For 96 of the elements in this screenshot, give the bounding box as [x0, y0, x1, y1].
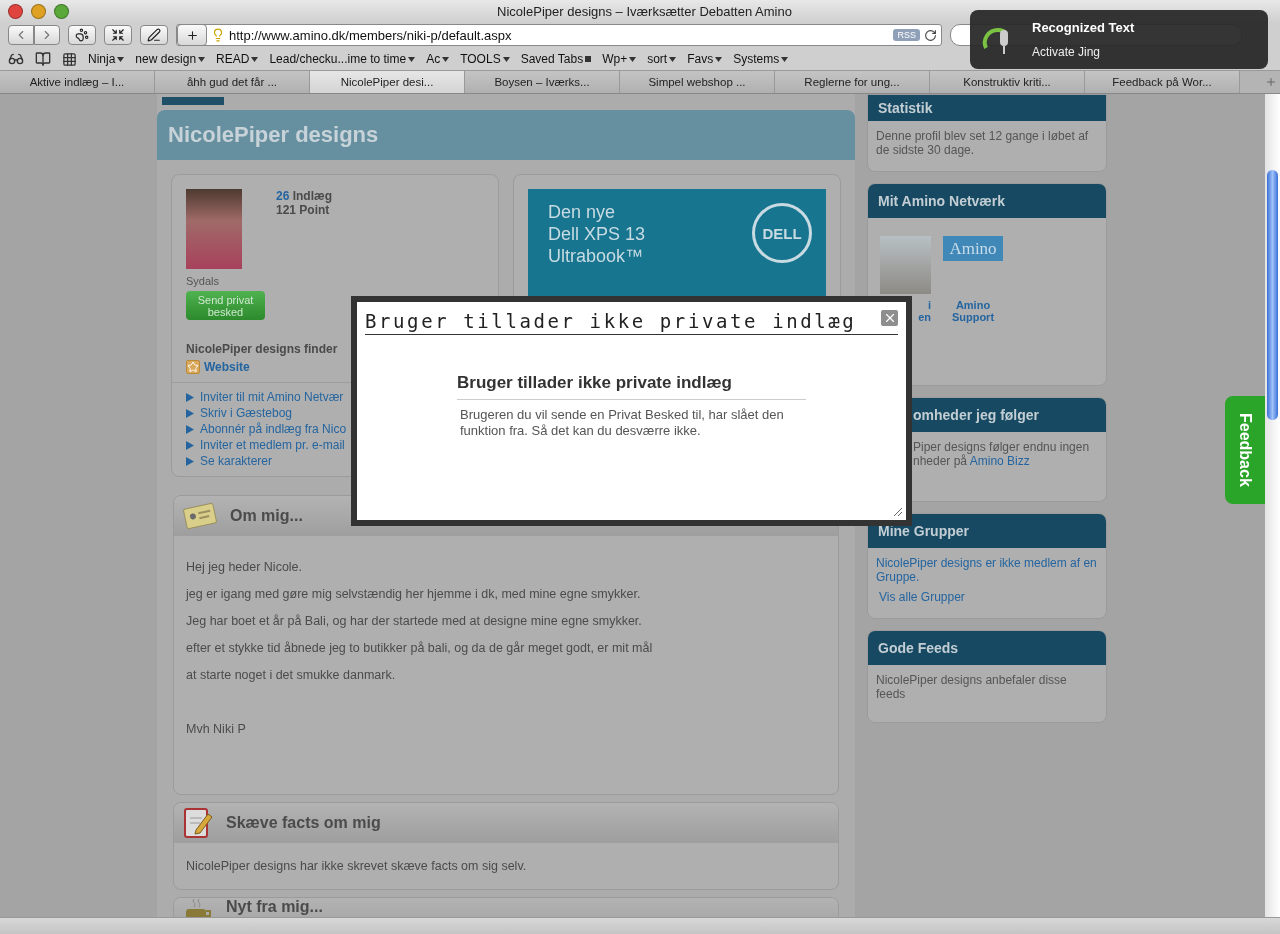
browser-tab[interactable]: Konstruktiv kriti...	[930, 71, 1085, 93]
section-text: Jeg har boet et år på Bali, og har der startede med at designe mine egne smykker.	[186, 613, 643, 630]
bookmark-menu[interactable]: Ninja	[88, 52, 125, 66]
pen-icon	[147, 28, 161, 42]
grid-icon[interactable]	[62, 51, 77, 67]
card-text: Piper designs følger endnu ingen	[913, 440, 1091, 454]
section-text: jeg er igang med gøre mig selvstændig her hjemme i dk, med mine egne smykker.	[186, 586, 642, 603]
caret-icon	[117, 56, 125, 62]
scrollbar-thumb[interactable]	[1267, 170, 1278, 420]
clipboard-pencil-icon	[182, 806, 214, 840]
resize-grip-icon[interactable]	[892, 506, 902, 516]
zoom-window-button[interactable]	[54, 3, 69, 19]
minimize-window-button[interactable]	[31, 3, 46, 19]
triangle-bullet-icon	[186, 456, 194, 466]
card-title: Statistik	[878, 100, 933, 116]
browser-tab[interactable]: Boysen – Iværks...	[465, 71, 620, 93]
ad-logo: DELL	[752, 203, 812, 263]
bookmark-menu[interactable]: new design	[135, 52, 206, 66]
bookmark-menu[interactable]: Saved Tabs	[520, 52, 592, 66]
browser-tab[interactable]: Aktive indlæg – I...	[0, 71, 155, 93]
paw-icon	[75, 28, 89, 42]
book-icon[interactable]	[35, 51, 51, 67]
bookmark-menu[interactable]: Systems	[733, 52, 789, 66]
caret-icon	[198, 56, 206, 62]
forward-button[interactable]	[34, 25, 60, 45]
section-title: Skæve facts om mig	[226, 814, 381, 832]
close-window-button[interactable]	[8, 3, 23, 19]
triangle-bullet-icon	[186, 440, 194, 450]
bookmark-menu[interactable]: Ac	[426, 52, 450, 66]
url-text: http://www.amino.dk/members/niki-p/default.aspx	[229, 27, 513, 43]
card-title: Mine Grupper	[878, 523, 969, 539]
plus-icon	[1265, 76, 1277, 88]
square-icon	[585, 56, 592, 62]
triangle-bullet-icon	[186, 424, 194, 434]
section-title: Om mig...	[230, 507, 303, 525]
notification-action[interactable]: Activate Jing	[1032, 45, 1135, 59]
caret-icon	[502, 56, 510, 62]
triangle-bullet-icon	[186, 408, 194, 418]
section-title: Nyt fra mig...	[226, 898, 323, 916]
add-bookmark-button[interactable]	[177, 24, 207, 46]
section-text: at starte noget i det smukke danmark.	[186, 667, 397, 684]
card-title: omheder jeg følger	[913, 407, 1040, 423]
window-title: NicolePiper designs – Iværksætter Debatten Amino	[496, 3, 793, 19]
dialog-heading: Bruger tillader ikke private indlæg	[457, 373, 806, 400]
pen-button[interactable]	[140, 25, 168, 45]
back-button[interactable]	[8, 25, 34, 45]
dialog-message: Brugeren du vil sende en Privat Besked til, har slået den funktion fra. Så det kan du desværre ikke.	[460, 407, 785, 439]
finder-text: NicolePiper designs finder	[186, 342, 338, 356]
notification-title: Recognized Text	[1032, 20, 1135, 35]
browser-tab[interactable]: åhh gud det får ...	[155, 71, 310, 93]
ad-text: Den nye	[548, 201, 616, 223]
card-text: Denne profil blev set 12 gange i løbet af de sidste 30 dage.	[876, 129, 1090, 157]
card-title: Mit Amino Netværk	[878, 193, 1006, 209]
caret-icon	[629, 56, 637, 62]
section-text: efter et stykke tid åbnede jeg to butikker på bali, og da de går meget godt, er mit mål	[186, 640, 654, 657]
reload-icon[interactable]	[924, 28, 937, 42]
profile-title: NicolePiper designs	[168, 122, 379, 148]
browser-tab[interactable]: Reglerne for ung...	[775, 71, 930, 93]
glasses-icon[interactable]	[8, 51, 24, 67]
section-text: NicolePiper designs har ikke skrevet skæve facts om sig selv.	[186, 858, 528, 875]
notification-popup[interactable]: Recognized Text Activate Jing	[970, 10, 1268, 69]
paw-button[interactable]	[68, 25, 96, 45]
signature-text: Mvh Niki P	[186, 721, 247, 738]
points-count: 121 Point	[276, 203, 331, 217]
caret-icon	[251, 56, 259, 62]
bookmark-menu[interactable]: Favs	[687, 52, 723, 66]
card-text: nheder på Amino Bizz	[913, 454, 1031, 468]
address-field[interactable]: http://www.amino.dk/members/niki-p/default.aspx RSS	[176, 24, 942, 46]
browser-tab[interactable]: Simpel webshop ...	[620, 71, 775, 93]
caret-icon	[669, 56, 677, 62]
section-text: Hej jeg heder Nicole.	[186, 559, 304, 576]
bookmark-menu[interactable]: sort	[647, 52, 677, 66]
close-button[interactable]	[881, 310, 898, 326]
location-text: Sydals	[186, 275, 221, 287]
card-title: Gode Feeds	[878, 640, 959, 656]
bookmark-menu[interactable]: READ	[216, 52, 259, 66]
caret-icon	[715, 56, 723, 62]
bookmark-menu[interactable]: Wp+	[602, 52, 637, 66]
plus-icon	[185, 28, 199, 42]
caret-icon	[442, 56, 450, 62]
posts-count: 26 Indlæg	[276, 189, 333, 203]
bookmark-menu[interactable]: TOOLS	[460, 52, 510, 66]
triangle-bullet-icon	[186, 392, 194, 402]
scrollbar[interactable]	[1265, 94, 1280, 917]
ad-text: Dell XPS 13	[548, 223, 646, 245]
bookmark-menu[interactable]: Lead/checku...ime to time	[269, 52, 416, 66]
card-text: NicolePiper designs anbefaler disse feeds	[876, 673, 1068, 701]
ad-text: Ultrabook™	[548, 245, 644, 267]
caret-icon	[781, 56, 789, 62]
caret-icon	[408, 56, 416, 62]
browser-tab[interactable]: NicolePiper desi...	[310, 71, 465, 93]
star-icon	[186, 360, 200, 374]
lightbulb-icon	[211, 28, 225, 42]
browser-tab[interactable]: Feedback på Wor...	[1085, 71, 1240, 93]
shrink-button[interactable]	[104, 25, 132, 45]
shrink-arrows-icon	[111, 28, 125, 42]
